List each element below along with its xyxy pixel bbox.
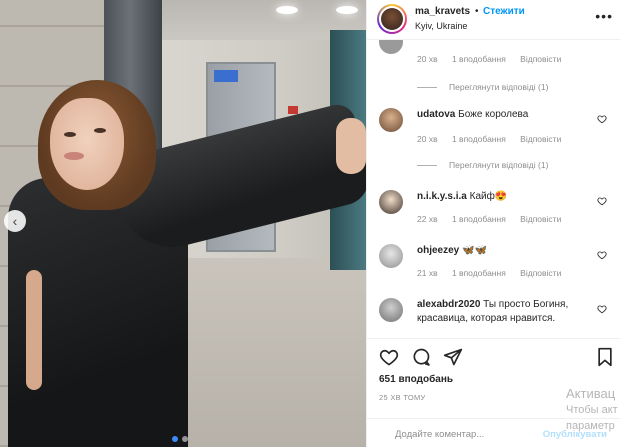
ceiling-light bbox=[336, 6, 358, 14]
comment-text: n.i.k.y.s.i.a Кайф😍 bbox=[417, 190, 589, 204]
comment-meta: 20 хв 1 вподобання Відповісти bbox=[417, 134, 573, 144]
comment-likes[interactable]: 1 вподобання bbox=[452, 214, 506, 224]
avatar[interactable] bbox=[379, 244, 403, 268]
carousel-dot-active bbox=[172, 436, 178, 442]
reply-button[interactable]: Відповісти bbox=[520, 268, 561, 278]
heart-icon[interactable] bbox=[597, 114, 607, 124]
view-replies-label[interactable]: Переглянути відповіді (1) bbox=[449, 160, 548, 170]
comment-username[interactable]: alexabdr2020 bbox=[417, 299, 480, 310]
windows-activation-watermark: Активац Чтобы акт параметр bbox=[566, 386, 618, 434]
bookmark-icon[interactable] bbox=[595, 347, 615, 367]
avatar[interactable] bbox=[377, 4, 407, 34]
comment-time: 22 хв bbox=[417, 214, 438, 224]
post-header: ma_kravets • Стежити Kyiv, Ukraine ••• bbox=[367, 0, 620, 40]
comment-time: 21 хв bbox=[417, 268, 438, 278]
watermark-line: Активац bbox=[566, 386, 616, 401]
ceiling-light bbox=[276, 6, 298, 14]
heart-icon[interactable] bbox=[597, 304, 607, 314]
avatar[interactable] bbox=[379, 298, 403, 322]
comment-body: 🦋🦋 bbox=[462, 245, 487, 256]
comment-likes[interactable]: 1 вподобання bbox=[452, 268, 506, 278]
avatar[interactable] bbox=[379, 190, 403, 214]
comment-body: Боже королева bbox=[458, 109, 529, 120]
lips bbox=[64, 152, 84, 160]
reply-button[interactable]: Відповісти bbox=[520, 54, 561, 64]
face bbox=[50, 98, 124, 190]
skin bbox=[26, 270, 42, 390]
comment-username[interactable]: n.i.k.y.s.i.a bbox=[417, 191, 467, 202]
header-separator: • bbox=[475, 6, 479, 17]
comment-time: 20 хв bbox=[417, 54, 438, 64]
comments-list[interactable]: 20 хв 1 вподобання Відповісти Переглянут… bbox=[367, 40, 620, 338]
comment-text: udatova Боже королева bbox=[417, 108, 589, 122]
location-link[interactable]: Kyiv, Ukraine bbox=[415, 21, 467, 31]
post-photo[interactable]: ‹ bbox=[0, 0, 366, 447]
view-replies[interactable]: Переглянути відповіді (1) bbox=[417, 160, 548, 170]
action-bar bbox=[367, 338, 620, 374]
watermark-line: параметр bbox=[566, 420, 615, 432]
view-replies[interactable]: Переглянути відповіді (1) bbox=[417, 82, 548, 92]
comment-text: alexabdr2020 Ты просто Богиня, красавица… bbox=[417, 298, 589, 326]
heart-icon[interactable] bbox=[597, 196, 607, 206]
comment-body: Кайф😍 bbox=[469, 191, 508, 202]
header-username[interactable]: ma_kravets bbox=[415, 6, 470, 17]
comment-meta: 21 хв 1 вподобання Відповісти bbox=[417, 268, 573, 278]
view-replies-label[interactable]: Переглянути відповіді (1) bbox=[449, 82, 548, 92]
comment-icon[interactable] bbox=[411, 347, 431, 367]
heart-icon[interactable] bbox=[379, 347, 399, 367]
comment-username[interactable]: ohjeezey bbox=[417, 245, 459, 256]
exit-sign bbox=[214, 70, 238, 82]
avatar[interactable] bbox=[379, 40, 403, 54]
likes-count[interactable]: 651 вподобань bbox=[379, 374, 453, 385]
hand bbox=[336, 118, 366, 174]
reply-button[interactable]: Відповісти bbox=[520, 214, 561, 224]
chevron-left-icon[interactable]: ‹ bbox=[4, 210, 26, 232]
share-icon[interactable] bbox=[443, 347, 463, 367]
post-panel: ma_kravets • Стежити Kyiv, Ukraine ••• 2… bbox=[366, 0, 620, 447]
follow-button[interactable]: Стежити bbox=[483, 6, 525, 17]
comment-time: 20 хв bbox=[417, 134, 438, 144]
carousel-dots bbox=[172, 436, 188, 442]
fire-alarm bbox=[288, 106, 298, 114]
comment-text: ohjeezey 🦋🦋 bbox=[417, 244, 589, 258]
post-time: 25 хв тому bbox=[379, 393, 426, 402]
carousel-dot bbox=[182, 436, 188, 442]
eye bbox=[64, 132, 76, 137]
comment-likes[interactable]: 1 вподобання bbox=[452, 54, 506, 64]
eye bbox=[94, 128, 106, 133]
comment-meta: 22 хв 1 вподобання Відповісти bbox=[417, 214, 573, 224]
comment-input[interactable]: Додайте коментар... bbox=[395, 429, 484, 440]
reply-button[interactable]: Відповісти bbox=[520, 134, 561, 144]
heart-icon[interactable] bbox=[597, 250, 607, 260]
more-icon[interactable]: ••• bbox=[595, 8, 613, 24]
comment-likes[interactable]: 1 вподобання bbox=[452, 134, 506, 144]
watermark-line: Чтобы акт bbox=[566, 404, 618, 416]
avatar[interactable] bbox=[379, 108, 403, 132]
comment-username[interactable]: udatova bbox=[417, 109, 455, 120]
comment-meta: 20 хв 1 вподобання Відповісти bbox=[417, 54, 573, 64]
